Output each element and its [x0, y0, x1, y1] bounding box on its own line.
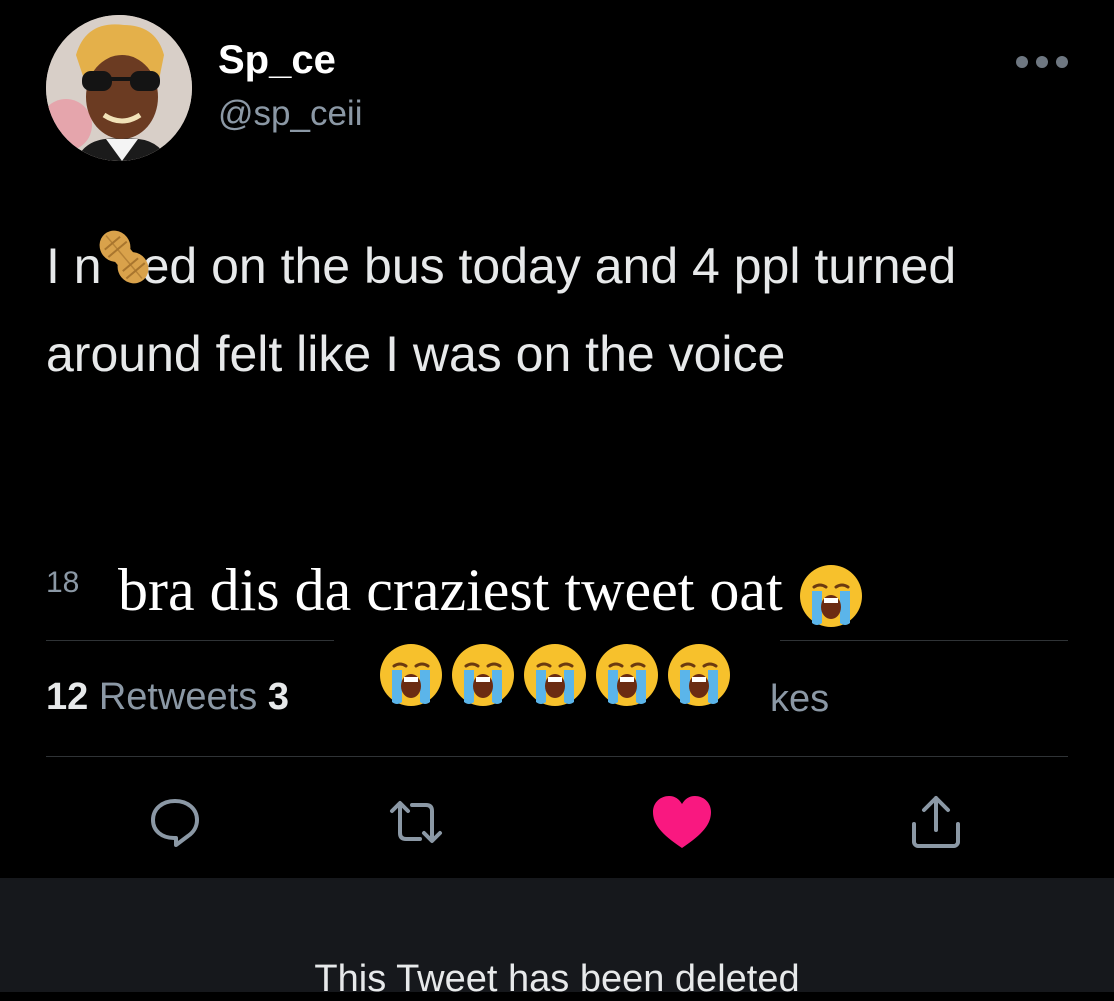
- retweet-label[interactable]: Retweets: [99, 676, 257, 718]
- display-name[interactable]: Sp_ce: [218, 38, 336, 83]
- peanut-emoji-icon: [92, 225, 156, 289]
- retweet-button[interactable]: [384, 790, 448, 854]
- retweet-count: 12: [46, 676, 89, 718]
- caption-text: bra dis da craziest tweet oat: [118, 557, 783, 623]
- caption-emoji-row: [360, 630, 750, 720]
- reply-button[interactable]: [143, 790, 207, 854]
- loudly-crying-face-icon: [668, 644, 730, 706]
- heart-filled-icon: [653, 796, 711, 848]
- avatar[interactable]: [46, 15, 192, 161]
- more-dot: [1036, 56, 1048, 68]
- loudly-crying-face-icon: [596, 644, 658, 706]
- tweet-text-part2: ed on the bus today and 4 ppl turned aro…: [46, 238, 957, 382]
- tweet-text: I n ed on the bus today and 4 ppl turned…: [46, 222, 1056, 398]
- loudly-crying-face-icon: [799, 565, 862, 628]
- share-button[interactable]: [904, 790, 968, 854]
- share-icon: [912, 796, 960, 848]
- deleted-notice: This Tweet has been deleted: [314, 958, 800, 1000]
- more-dot: [1016, 56, 1028, 68]
- quote-count: 3: [267, 676, 289, 718]
- loudly-crying-face-icon: [380, 644, 442, 706]
- more-options-icon[interactable]: [1016, 52, 1068, 72]
- reply-icon: [151, 799, 199, 847]
- like-button[interactable]: [650, 790, 714, 854]
- avatar-image: [46, 15, 192, 161]
- tweet-stats: 12 Retweets 3: [46, 676, 289, 719]
- divider: [46, 640, 334, 641]
- caption-overlay: bra dis da craziest tweet oat: [106, 550, 876, 630]
- tweet-timestamp: 18: [46, 566, 80, 599]
- loudly-crying-face-icon: [524, 644, 586, 706]
- loudly-crying-face-icon: [452, 644, 514, 706]
- tweet-card: Sp_ce @sp_ceii I n ed on the bus today a…: [0, 0, 1114, 878]
- divider: [46, 756, 1068, 757]
- retweet-icon: [390, 801, 442, 843]
- likes-label[interactable]: kes: [770, 678, 829, 721]
- more-dot: [1056, 56, 1068, 68]
- divider: [780, 640, 1068, 641]
- user-handle[interactable]: @sp_ceii: [218, 94, 362, 134]
